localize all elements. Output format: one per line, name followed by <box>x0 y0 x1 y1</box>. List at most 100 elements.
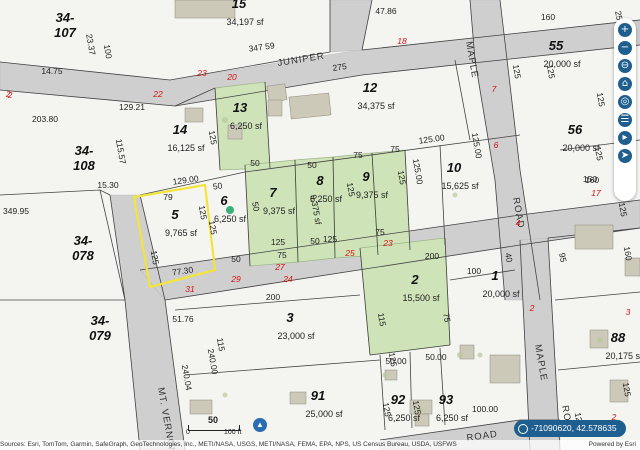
coordinate-text: -71090620, 42.578635 <box>531 423 617 433</box>
survey-marker-label: 22 <box>152 89 163 99</box>
parcel-area-5: 9,765 sf <box>165 228 198 238</box>
survey-marker-label: 27 <box>274 262 285 272</box>
dimension-label: 79 <box>163 192 173 202</box>
dimension-label: 50 <box>250 201 262 212</box>
dimension-label: 47.86 <box>375 6 397 16</box>
globe-icon <box>518 423 528 434</box>
parcel-number-13: 13 <box>233 100 248 115</box>
dimension-label: 14.75 <box>41 66 63 76</box>
scale-bar: 0 50 100 ft <box>186 415 248 439</box>
block-label-34-079: 34-079 <box>89 313 111 343</box>
scale-mid: 50 <box>208 415 219 425</box>
parcel-number-7: 7 <box>269 185 277 200</box>
parcel-number-12: 12 <box>363 80 378 95</box>
parcel-number-93: 93 <box>439 392 454 407</box>
parcel-area-2: 15,500 sf <box>402 293 440 303</box>
survey-marker-label: 17 <box>591 188 601 198</box>
dimension-label: 50 <box>307 160 317 170</box>
parcel-area-10: 15,625 sf <box>441 181 479 191</box>
survey-marker-label: 23 <box>382 238 393 248</box>
dimension-label: 50.00 <box>385 356 407 366</box>
survey-marker-label: 18 <box>397 36 407 46</box>
dimension-label: 129.21 <box>119 102 145 112</box>
compass-icon[interactable]: ▲ <box>253 418 267 432</box>
parcel-number-55: 55 <box>549 38 564 53</box>
parcel-area-14: 16,125 sf <box>167 143 205 153</box>
parcel-area-1: 20,000 sf <box>482 289 520 299</box>
parcel-number-5: 5 <box>171 207 179 222</box>
scale-end: 100 ft <box>224 429 242 436</box>
parcel-area-3: 23,000 sf <box>277 331 315 341</box>
powered-by-esri[interactable]: Powered by Esri <box>589 440 636 450</box>
parcel-area-93: 6,250 sf <box>436 413 469 423</box>
survey-marker-label: 7 <box>492 84 497 94</box>
parcel-area-13: 6,250 sf <box>230 121 263 131</box>
dimension-label: 100 <box>467 266 481 276</box>
survey-marker-label: 6 <box>494 140 499 150</box>
dimension-label: 100.00 <box>472 404 498 414</box>
survey-marker-label: 29 <box>230 274 241 284</box>
parcel-area-15: 34,197 sf <box>226 17 264 27</box>
parcel-number-14: 14 <box>173 122 188 137</box>
parcel-area-91: 25,000 sf <box>305 409 343 419</box>
dimension-label: 75 <box>441 312 453 323</box>
parcel-number-91: 91 <box>311 388 325 403</box>
parcel-area-9: 9,375 sf <box>356 190 389 200</box>
parcel-number-9: 9 <box>362 169 370 184</box>
dimension-label: 75 <box>353 150 363 160</box>
dimension-label: 50 <box>250 158 260 168</box>
zoom-in-icon[interactable]: + <box>618 23 632 37</box>
block-label-34-107: 34-107 <box>54 10 76 40</box>
block-label-34-108: 34-108 <box>73 143 95 173</box>
survey-marker-label: 2 <box>529 303 535 313</box>
dimension-label: 50 <box>231 254 241 264</box>
parcel-number-3: 3 <box>286 310 294 325</box>
survey-marker-label: 25 <box>344 248 355 258</box>
parcel-area-6: 6,250 sf <box>214 214 247 224</box>
parcel-number-2: 2 <box>410 272 419 287</box>
minus-icon[interactable]: ⊖ <box>618 59 632 73</box>
navigate-icon[interactable]: ➤ <box>618 149 632 163</box>
attribution-bar: Sources: Esri, TomTom, Garmin, SafeGraph… <box>0 440 640 450</box>
block-label-34-078: 34-078 <box>72 233 94 263</box>
parcel-area-7: 9,375 sf <box>263 206 296 216</box>
dimension-label: 15.30 <box>97 180 119 190</box>
parcel-map[interactable]: JUNIPER MAPLE ROAD MAPLE ROAD MT. VERNON… <box>0 0 640 450</box>
dimension-label: 200 <box>266 292 280 302</box>
survey-marker-label: 24 <box>282 274 293 284</box>
zoom-out-icon[interactable]: − <box>618 41 632 55</box>
parcel-number-10: 10 <box>447 160 462 175</box>
map-toolbar: + − ⊖ ⌂ ◎ ☰ ▸ ➤ <box>614 18 636 201</box>
survey-marker-label: 23 <box>196 68 207 78</box>
parcel-number-88: 88 <box>611 330 626 345</box>
parcel-number-56: 56 <box>568 122 583 137</box>
dimension-label: 50 <box>310 236 320 246</box>
dimension-label: 50.00 <box>425 352 447 362</box>
parcel-number-8: 8 <box>316 173 324 188</box>
dimension-label: 125 <box>271 237 285 247</box>
survey-marker-label: 31 <box>185 284 195 294</box>
dimension-label: 95 <box>557 252 569 263</box>
parcel-number-1: 1 <box>491 268 498 283</box>
dimension-label: 75 <box>277 250 287 260</box>
dimension-label: 125 <box>323 234 337 244</box>
locate-icon[interactable]: ◎ <box>618 95 632 109</box>
parcel-number-6: 6 <box>220 193 228 208</box>
dimension-label: 275 <box>332 61 348 73</box>
dimension-label: 203.80 <box>32 114 58 124</box>
dimension-label: 51.76 <box>172 314 194 324</box>
dimension-label: 200 <box>425 251 439 261</box>
layers-icon[interactable]: ☰ <box>618 113 632 127</box>
corner-label: 2 <box>6 90 11 99</box>
home-icon[interactable]: ⌂ <box>618 77 632 91</box>
survey-marker-label: 20 <box>226 72 237 82</box>
forward-icon[interactable]: ▸ <box>618 131 632 145</box>
parcel-number-15: 15 <box>232 0 247 11</box>
dimension-label: 40 <box>503 252 515 263</box>
scale-zero: 0 <box>186 429 190 436</box>
parcel-area-88: 20,175 sf <box>605 351 640 361</box>
parcel-number-92: 92 <box>391 392 406 407</box>
coordinate-readout[interactable]: -71090620, 42.578635 <box>514 420 626 437</box>
dimension-label: 160 <box>541 12 555 22</box>
attribution-text: Sources: Esri, TomTom, Garmin, SafeGraph… <box>0 441 457 448</box>
